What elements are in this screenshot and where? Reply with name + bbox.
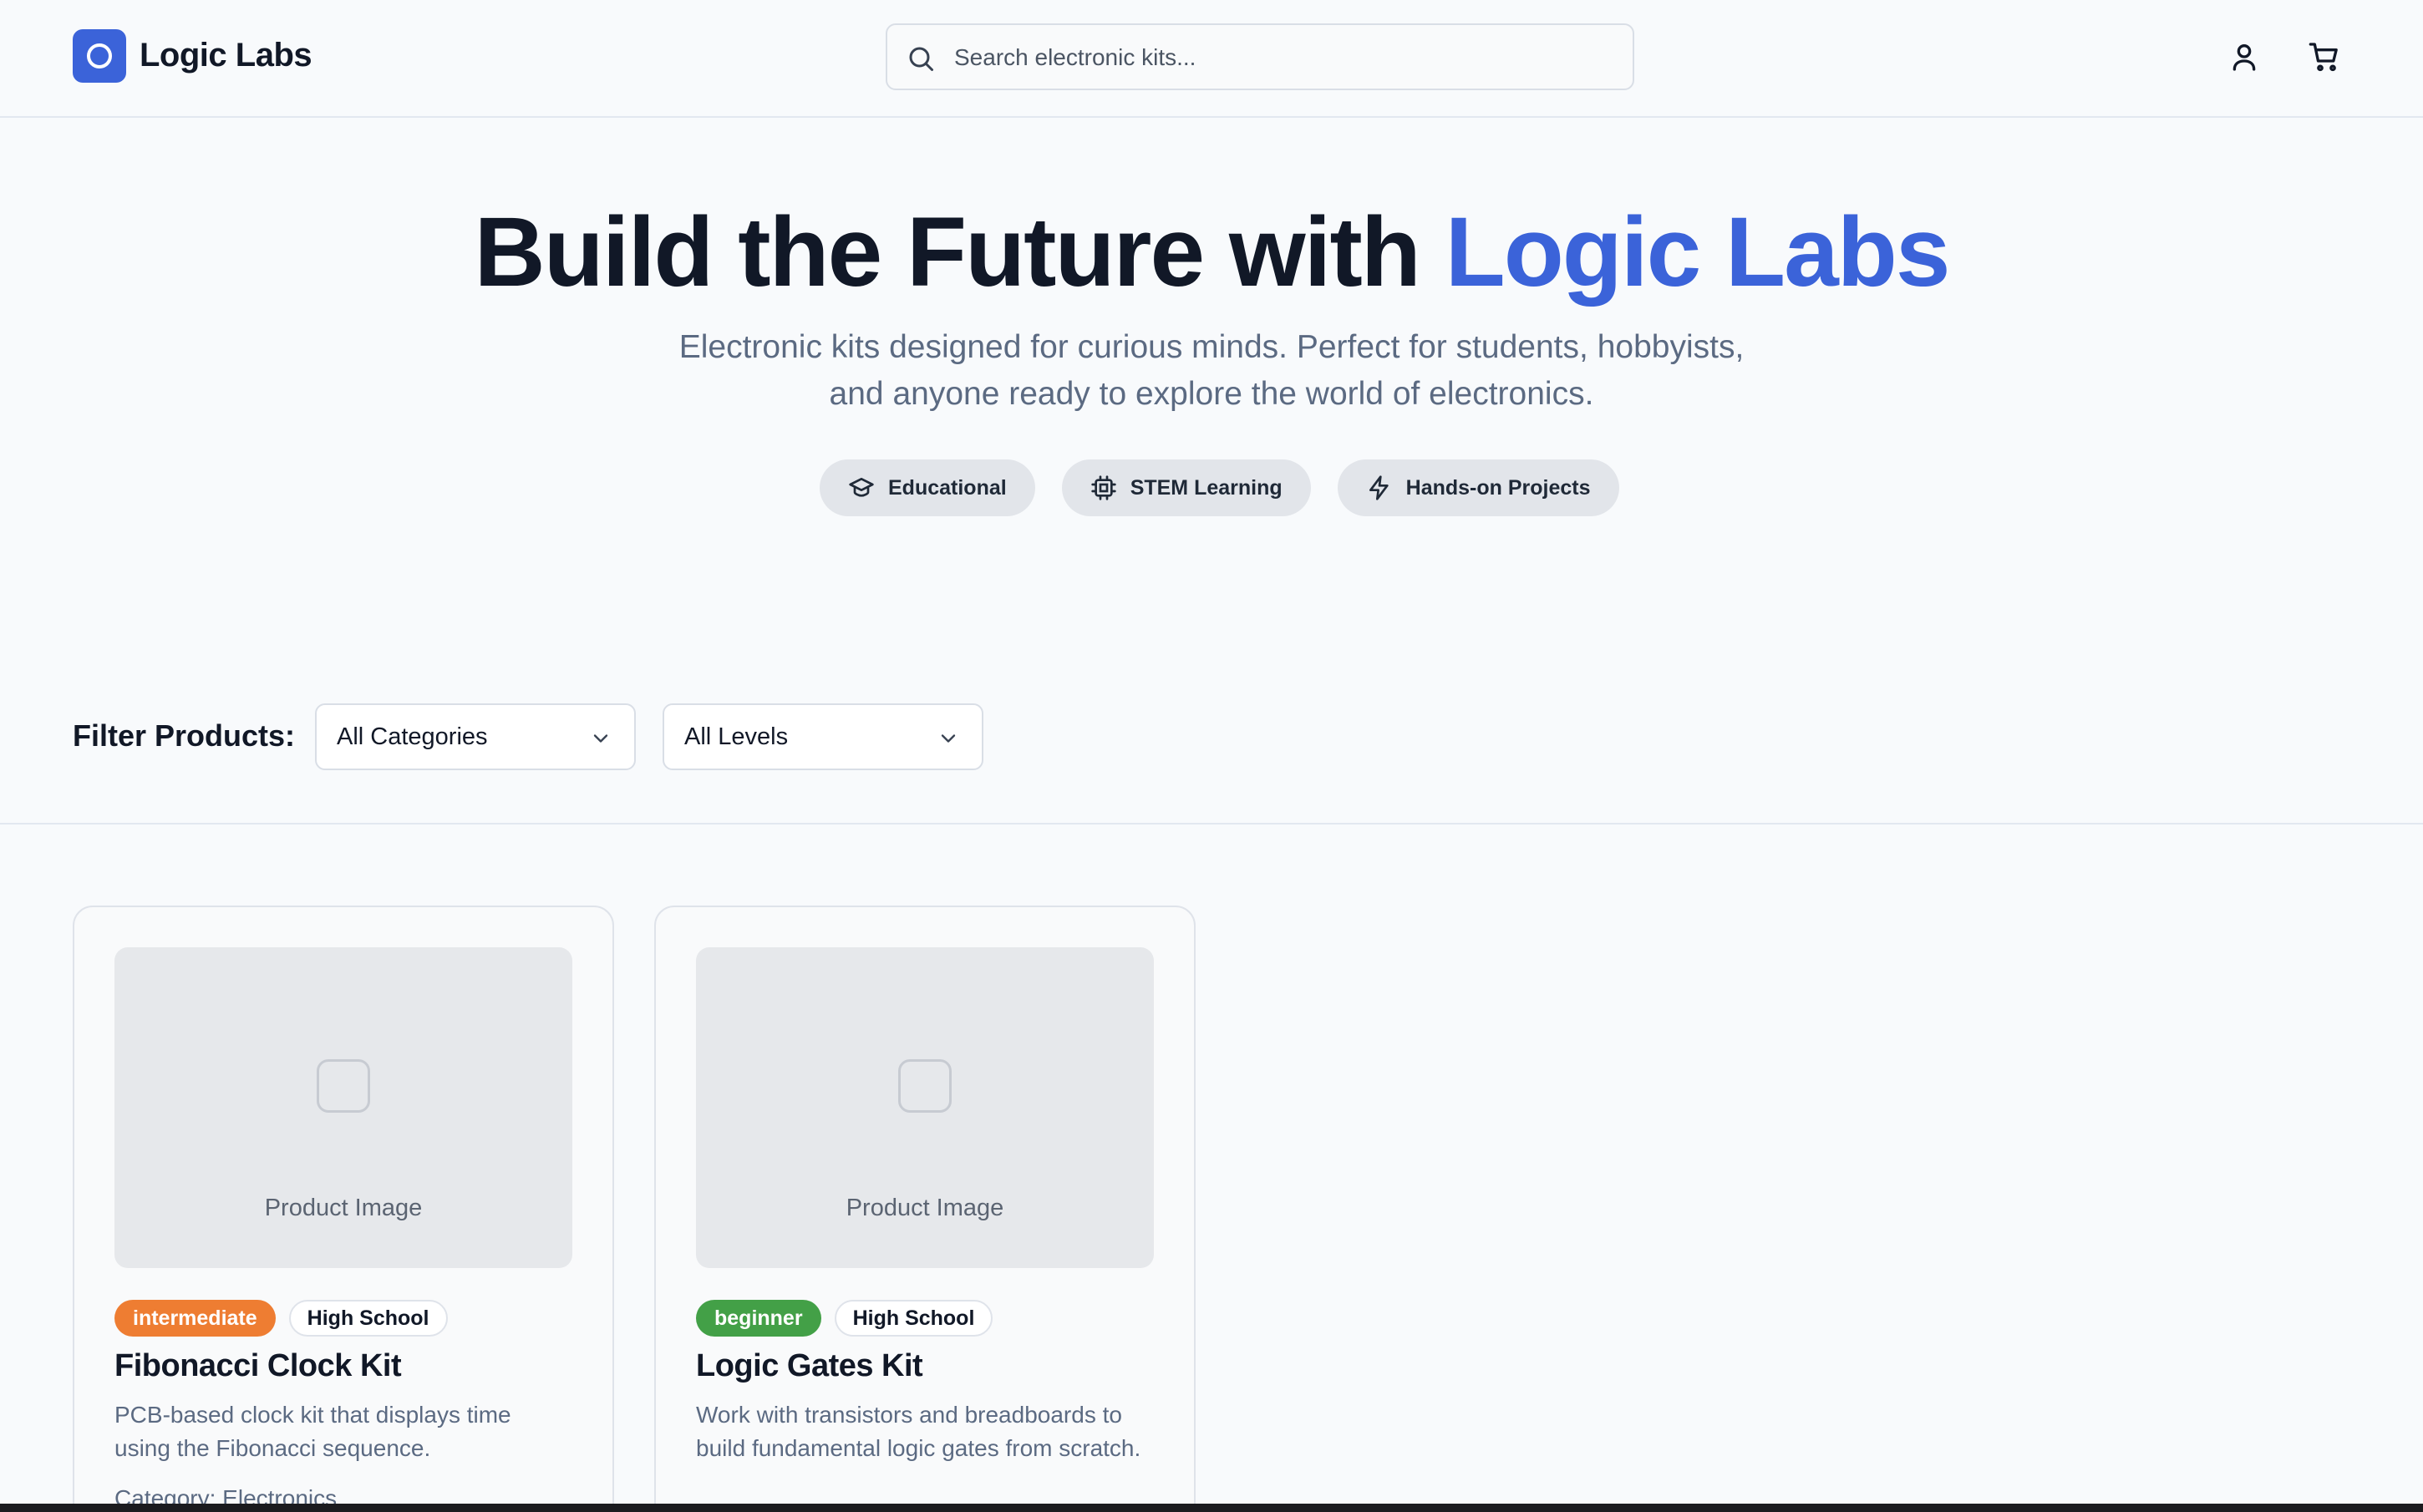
search-bar[interactable]: [886, 23, 1634, 90]
product-badges: beginner High School: [696, 1300, 993, 1337]
search-input[interactable]: [954, 35, 1606, 80]
cart-icon[interactable]: [2308, 40, 2341, 74]
search-icon: [909, 47, 933, 71]
bottom-edge-bar: [0, 1504, 2423, 1512]
pill-hands-on-projects: Hands-on Projects: [1337, 459, 1619, 516]
hero-subtitle-line-1: Electronic kits designed for curious min…: [678, 329, 1745, 365]
product-description: Work with transistors and breadboards to…: [696, 1402, 1141, 1461]
level-badge: beginner: [696, 1300, 821, 1337]
hero-subtitle-line-2: and anyone ready to explore the world of…: [829, 376, 1594, 412]
chevron-down-icon: [593, 734, 608, 743]
category-select[interactable]: All Categories: [315, 703, 636, 770]
pill-label: Educational: [888, 475, 1007, 500]
category-select-value: All Categories: [337, 723, 488, 750]
image-placeholder-icon: [898, 1059, 952, 1113]
image-placeholder-icon: [317, 1059, 370, 1113]
hero-title-main: Build the Future with: [474, 197, 1445, 307]
logo-icon[interactable]: [73, 29, 126, 83]
pill-label: Hands-on Projects: [1405, 475, 1591, 500]
lightning-icon: [1369, 475, 1389, 500]
level-select[interactable]: All Levels: [663, 703, 983, 770]
pill-educational: Educational: [820, 459, 1035, 516]
product-image[interactable]: Product Image: [696, 947, 1154, 1268]
product-badges: intermediate High School: [114, 1300, 448, 1337]
hero-title-accent: Logic Labs: [1445, 197, 1951, 307]
section-divider: [0, 823, 2423, 824]
brand-name[interactable]: Logic Labs: [140, 37, 312, 74]
hero-title: Build the Future with Logic Labs: [0, 194, 2423, 311]
product-image[interactable]: Product Image: [114, 947, 572, 1268]
chevron-down-icon: [941, 734, 956, 743]
cpu-chip-icon: [1091, 475, 1116, 500]
product-card[interactable]: Product Image beginner High School Logic…: [654, 906, 1196, 1512]
pill-stem-learning: STEM Learning: [1061, 459, 1311, 516]
top-header: Logic Labs: [0, 0, 2423, 118]
feature-pills: Educational STEM Learning Hands-on Proje…: [820, 459, 1619, 516]
audience-badge: High School: [288, 1300, 448, 1337]
level-badge: intermediate: [114, 1300, 276, 1337]
audience-badge: High School: [834, 1300, 993, 1337]
product-image-label: Product Image: [846, 1195, 1004, 1221]
product-name[interactable]: Logic Gates Kit: [696, 1348, 923, 1384]
level-select-value: All Levels: [684, 723, 789, 750]
filter-label: Filter Products:: [73, 718, 296, 753]
graduation-cap-icon: [849, 478, 874, 497]
user-icon[interactable]: [2227, 40, 2261, 74]
product-image-label: Product Image: [264, 1195, 423, 1221]
product-description: PCB-based clock kit that displays time u…: [114, 1402, 511, 1461]
logo-ring-icon: [87, 43, 112, 68]
hero-subtitle: Electronic kits designed for curious min…: [0, 324, 2423, 418]
product-name[interactable]: Fibonacci Clock Kit: [114, 1348, 402, 1384]
pill-label: STEM Learning: [1130, 475, 1283, 500]
product-card[interactable]: Product Image intermediate High School F…: [73, 906, 614, 1512]
